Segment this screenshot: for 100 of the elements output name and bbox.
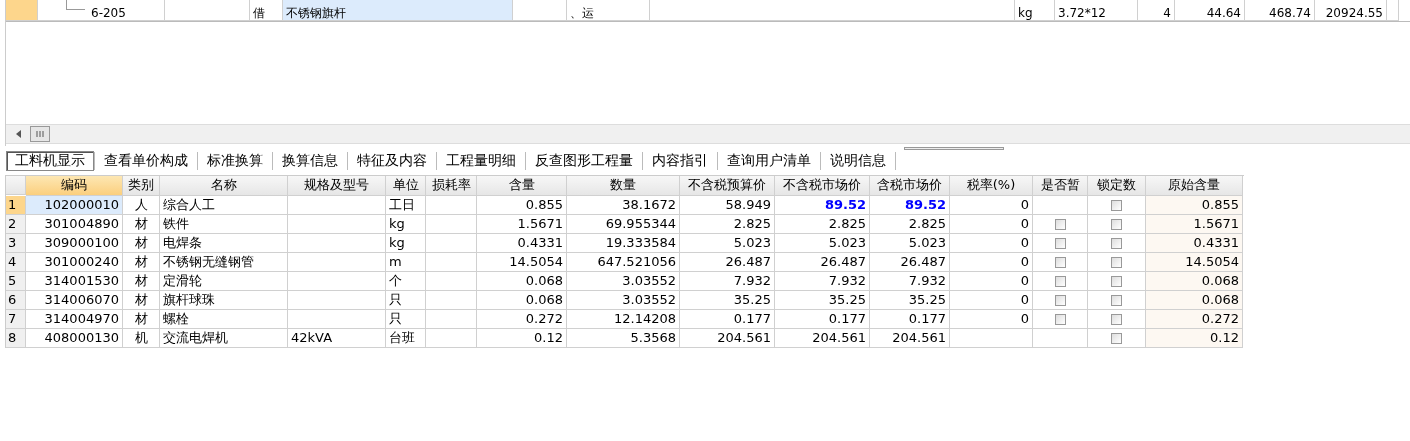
table-cell: 7.932	[733, 273, 771, 288]
checkbox[interactable]	[1111, 333, 1122, 344]
scrollbar-thumb[interactable]	[30, 126, 50, 142]
checkbox[interactable]	[1111, 295, 1122, 306]
table-cell: 个	[389, 273, 402, 288]
table-cell: 89.52	[904, 197, 946, 212]
table-cell: 0.177	[733, 311, 771, 326]
table-cell: 材	[134, 292, 148, 307]
table-cell: 工日	[389, 197, 415, 212]
table-cell: 1.5671	[1193, 216, 1239, 231]
table-cell: 14.5054	[1185, 254, 1239, 269]
table-cell: 0.177	[828, 311, 866, 326]
checkbox[interactable]	[1111, 257, 1122, 268]
checkbox[interactable]	[1054, 219, 1066, 230]
checkbox[interactable]	[1111, 276, 1122, 287]
table-cell: 0	[1020, 235, 1029, 250]
table-cell: 314001530	[44, 273, 119, 288]
table-cell: 材	[134, 311, 148, 326]
tab[interactable]: 内容指引	[643, 151, 717, 171]
table-cell: 0	[1020, 197, 1029, 212]
table-cell: 旗杆球珠	[163, 292, 215, 307]
column-header[interactable]: 不含税预算价	[680, 176, 775, 196]
table-cell: 204.561	[812, 330, 866, 345]
checkbox[interactable]	[1054, 276, 1066, 287]
table-cell: 0	[1020, 292, 1029, 307]
column-header[interactable]: 不含税市场价	[775, 176, 870, 196]
tab[interactable]: 工料机显示	[6, 151, 94, 171]
checkbox[interactable]	[1054, 295, 1066, 306]
table-cell: 6-205	[91, 6, 126, 20]
row-number[interactable]: 7	[6, 310, 26, 329]
checkbox[interactable]	[1111, 219, 1122, 230]
table-cell: 材	[134, 216, 148, 231]
table-cell: 0.068	[525, 292, 563, 307]
checkbox[interactable]	[1054, 257, 1066, 268]
table-cell: 0.855	[525, 197, 563, 212]
table-cell: 35.25	[733, 292, 771, 307]
tab[interactable]: 反查图形工程量	[526, 151, 642, 171]
table-cell: 5.3568	[630, 330, 676, 345]
checkbox[interactable]	[1054, 314, 1066, 325]
row-number[interactable]: 1	[6, 196, 26, 215]
table-cell: 69.955344	[605, 216, 676, 231]
table-cell: 0.12	[534, 330, 563, 345]
checkbox[interactable]	[1111, 200, 1122, 211]
table-cell: 3.03552	[622, 292, 676, 307]
checkbox[interactable]	[1111, 314, 1122, 325]
table-cell: 人	[134, 197, 148, 212]
table-cell: kg	[1018, 6, 1033, 20]
tree-line	[66, 0, 85, 10]
table-cell: 102000010	[44, 197, 119, 212]
column-header[interactable]: 原始含量	[1146, 176, 1243, 196]
tab[interactable]: 特征及内容	[348, 151, 436, 171]
column-header[interactable]: 税率(%)	[950, 176, 1033, 196]
table-cell: 26.487	[820, 254, 866, 269]
table-cell: 综合人工	[163, 197, 215, 212]
row-number[interactable]: 3	[6, 234, 26, 253]
column-header[interactable]: 数量	[567, 176, 680, 196]
table-cell: 0.068	[1201, 292, 1239, 307]
table-cell: 38.1672	[622, 197, 676, 212]
tab[interactable]: 工程量明细	[437, 151, 525, 171]
column-header[interactable]: 是否暂	[1033, 176, 1088, 196]
scroll-left-icon[interactable]	[14, 129, 24, 139]
column-header[interactable]: 损耗率	[426, 176, 477, 196]
grid-corner[interactable]	[6, 176, 26, 195]
table-cell: 0	[1020, 254, 1029, 269]
splitter-handle[interactable]	[904, 147, 1004, 150]
tab[interactable]: 查询用户清单	[718, 151, 820, 171]
table-cell: 89.52	[824, 197, 866, 212]
table-cell: 电焊条	[163, 235, 202, 250]
tab[interactable]: 说明信息	[821, 151, 895, 171]
tab[interactable]: 换算信息	[273, 151, 347, 171]
row-number[interactable]: 6	[6, 291, 26, 310]
column-header[interactable]: 规格及型号	[288, 176, 386, 196]
table-cell: 314006070	[44, 292, 119, 307]
column-header[interactable]: 含量	[477, 176, 567, 196]
column-header[interactable]: 编码	[26, 176, 123, 196]
row-number[interactable]: 5	[6, 272, 26, 291]
table-cell: 0.272	[525, 311, 563, 326]
table-cell: 468.74	[1269, 6, 1311, 20]
checkbox[interactable]	[1054, 238, 1066, 249]
row-number[interactable]: 2	[6, 215, 26, 234]
row-number[interactable]: 8	[6, 329, 26, 348]
tab[interactable]: 查看单价构成	[95, 151, 197, 171]
table-cell: 2.825	[733, 216, 771, 231]
table-cell: 材	[134, 273, 148, 288]
table-cell: 2.825	[828, 216, 866, 231]
table-cell: 5.023	[828, 235, 866, 250]
column-header[interactable]: 类别	[123, 176, 160, 196]
tab[interactable]: 标准换算	[198, 151, 272, 171]
table-cell: 19.333584	[605, 235, 676, 250]
column-header[interactable]: 单位	[386, 176, 426, 196]
column-header[interactable]: 锁定数	[1088, 176, 1146, 196]
checkbox[interactable]	[1111, 238, 1122, 249]
column-header[interactable]: 含税市场价	[870, 176, 950, 196]
table-cell: 0	[1020, 311, 1029, 326]
table-cell: 7.932	[828, 273, 866, 288]
table-cell: 0.12	[1210, 330, 1239, 345]
row-number[interactable]: 4	[6, 253, 26, 272]
table-cell: 螺栓	[163, 311, 189, 326]
column-header[interactable]: 名称	[160, 176, 288, 196]
table-cell: 0.068	[525, 273, 563, 288]
